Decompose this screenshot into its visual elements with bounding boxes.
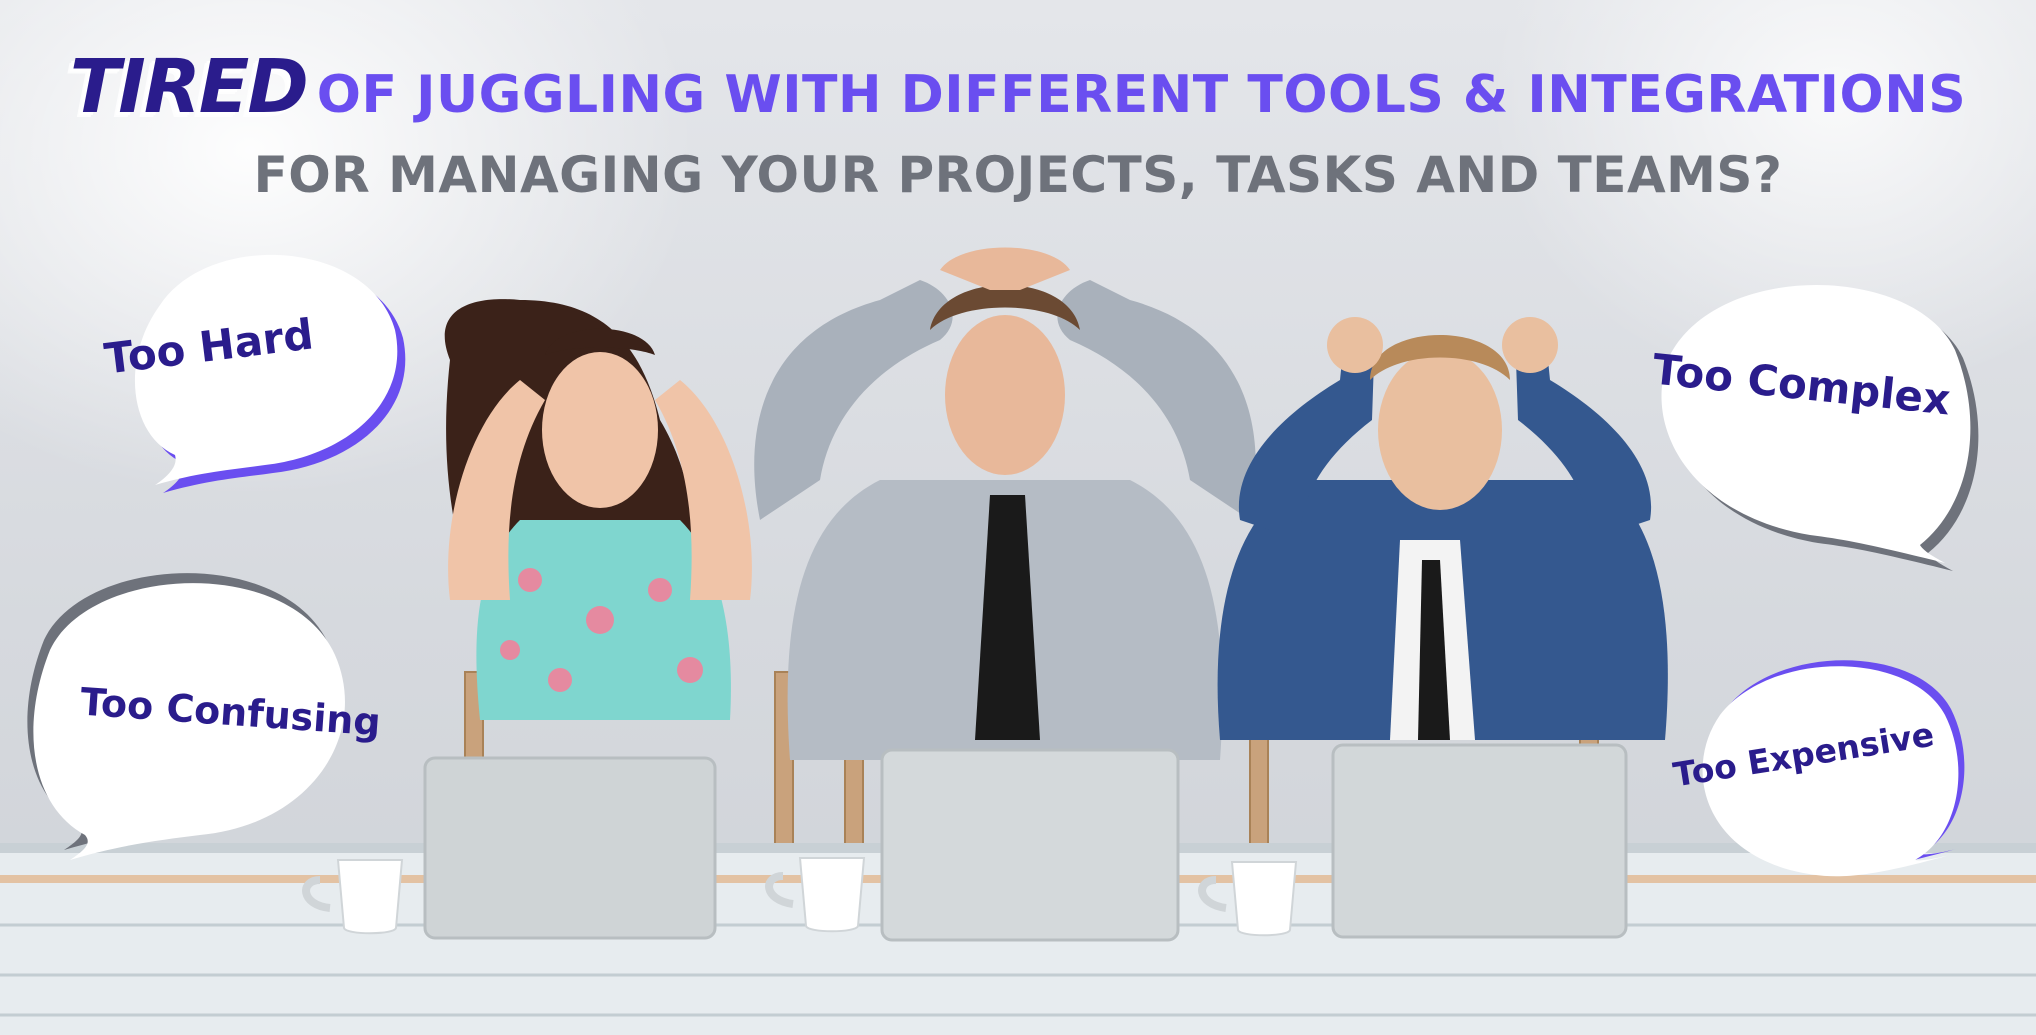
headline-line-1-text: OF JUGGLING WITH DIFFERENT TOOLS & INTEG… [316, 65, 1967, 125]
person-man-gray-shirt [754, 247, 1256, 760]
headline-line-1: TIRED OF JUGGLING WITH DIFFERENT TOOLS & … [0, 44, 2036, 130]
speech-bubble-too-confusing: Too Confusing [10, 535, 382, 875]
headline-line-2: FOR MANAGING YOUR PROJECTS, TASKS AND TE… [253, 146, 1783, 204]
speech-bubble-too-expensive: Too Expensive [1660, 655, 1985, 895]
speech-bubble-too-complex: Too Complex [1640, 255, 2000, 575]
person-woman [444, 299, 752, 720]
headline-emphasis: TIRED [69, 44, 309, 130]
speech-bubble-too-hard: Too Hard [100, 230, 420, 500]
laptops [423, 743, 1628, 942]
banner: TIRED OF JUGGLING WITH DIFFERENT TOOLS & … [0, 0, 2036, 1035]
person-man-blue-suit [1217, 317, 1668, 740]
